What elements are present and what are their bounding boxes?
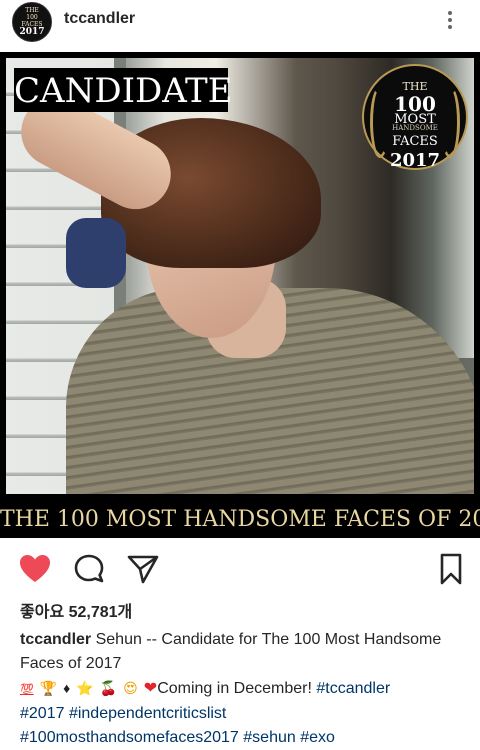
post-header: THE 100 FACES 2017 tccandler — [0, 0, 480, 52]
caption-coming: Coming in December! — [157, 680, 312, 697]
trophy-icon: 🏆 — [39, 680, 58, 696]
avatar[interactable]: THE 100 FACES 2017 — [12, 2, 52, 42]
post-actions — [0, 538, 480, 598]
seal-faces: FACES — [392, 134, 438, 149]
post-username[interactable]: tccandler — [64, 10, 135, 28]
hashtag-link[interactable]: #2017 — [20, 705, 65, 722]
red-heart-icon: ❤ — [143, 680, 158, 697]
bookmark-icon[interactable] — [434, 552, 468, 586]
send-icon[interactable] — [126, 552, 160, 586]
candidate-label-box: CANDIDATE — [14, 68, 233, 112]
banner-text: THE 100 MOST HANDSOME FACES OF 2017 — [0, 507, 480, 532]
hashtag-link[interactable]: #exo — [300, 729, 335, 746]
sleeve — [66, 218, 126, 288]
hashtag-link[interactable]: #sehun — [243, 729, 296, 746]
like-count[interactable]: 좋아요 52,781개 — [20, 598, 132, 622]
heart-eyes-face-icon: 😍 — [123, 680, 138, 696]
star-icon: ⭐ — [76, 680, 94, 696]
more-options-icon[interactable] — [440, 8, 460, 36]
heart-icon[interactable] — [18, 552, 52, 586]
post-image[interactable]: CANDIDATE THE 100 MOST HANDSOME FACES 20… — [0, 52, 480, 538]
caption: tccandler Sehun -- Candidate for The 100… — [20, 628, 468, 750]
hashtag-link[interactable]: #independentcriticslist — [69, 705, 226, 722]
comment-icon[interactable] — [72, 552, 106, 586]
avatar-logo-text: THE 100 FACES — [21, 7, 43, 28]
diamond-icon: ♦ — [63, 680, 71, 696]
caption-username[interactable]: tccandler — [20, 631, 91, 648]
hashtag-link[interactable]: #tccandler — [316, 680, 390, 697]
title-banner: THE 100 MOST HANDSOME FACES OF 2017 — [0, 500, 480, 538]
cherries-icon: 🍒 — [99, 680, 118, 696]
candidate-label: CANDIDATE — [14, 71, 233, 111]
hashtag-link[interactable]: #100mosthandsomefaces2017 — [20, 729, 239, 746]
hundred-points-icon: 💯 — [20, 684, 34, 696]
avatar-year: 2017 — [19, 27, 45, 37]
award-seal: THE 100 MOST HANDSOME FACES 2017 — [362, 64, 468, 171]
seal-handsome: HANDSOME — [392, 124, 438, 132]
seal-year: 2017 — [389, 150, 441, 171]
